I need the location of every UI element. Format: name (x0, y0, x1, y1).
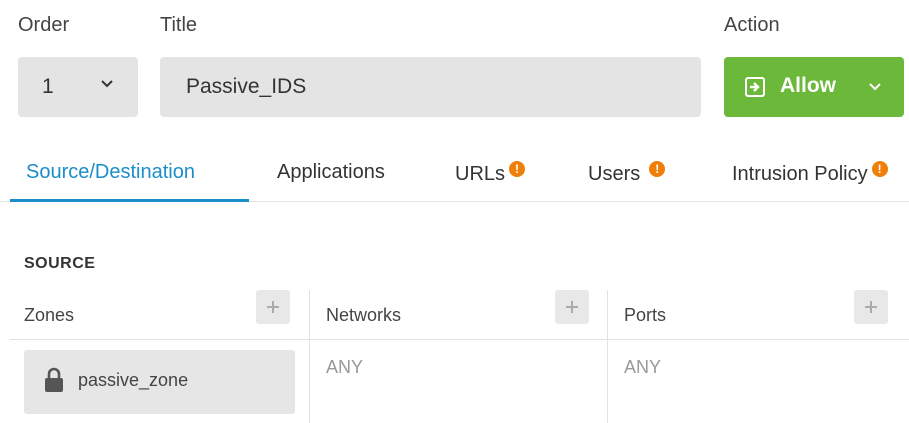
action-allow-button[interactable]: Allow (724, 57, 904, 117)
tab-users[interactable]: Users! (588, 161, 666, 186)
action-label: Action (724, 14, 780, 36)
plus-icon (865, 301, 877, 313)
zone-item[interactable]: passive_zone (24, 350, 295, 414)
chevron-down-icon[interactable] (868, 80, 882, 94)
rule-tabs: Source/Destination Applications URLs! Us… (0, 148, 909, 204)
tab-urls[interactable]: URLs! (455, 161, 526, 186)
allow-icon (745, 77, 765, 97)
warning-icon: ! (649, 161, 666, 177)
plus-icon (566, 301, 578, 313)
title-input[interactable] (160, 57, 701, 117)
source-section-title: SOURCE (24, 255, 96, 272)
order-select[interactable]: 1 (18, 57, 138, 117)
lock-icon (45, 367, 63, 392)
title-label: Title (160, 14, 198, 36)
tab-label: Users (588, 163, 641, 185)
networks-column-header: Networks (326, 305, 402, 325)
ports-column-header: Ports (624, 305, 667, 325)
tab-intrusion-policy[interactable]: Intrusion Policy! (732, 161, 888, 186)
action-value: Allow (780, 74, 836, 97)
tab-label: Intrusion Policy (732, 163, 868, 185)
column-divider (607, 290, 608, 423)
tab-label: Source/Destination (26, 161, 195, 183)
warning-icon: ! (871, 161, 888, 177)
header-row-divider (10, 339, 909, 340)
add-zone-button[interactable] (256, 290, 290, 324)
column-divider (309, 290, 310, 423)
chevron-down-icon (101, 80, 113, 88)
add-network-button[interactable] (555, 290, 589, 324)
warning-icon: ! (509, 161, 526, 177)
order-value: 1 (42, 75, 54, 98)
active-tab-indicator (10, 199, 249, 202)
plus-icon (267, 301, 279, 313)
tab-applications[interactable]: Applications (277, 161, 385, 184)
zones-column-header: Zones (24, 305, 75, 325)
tab-label: URLs (455, 163, 506, 185)
ports-value: ANY (624, 357, 662, 377)
zone-name: passive_zone (78, 370, 189, 390)
tab-source-destination[interactable]: Source/Destination (26, 161, 195, 184)
order-label: Order (18, 14, 70, 36)
tab-label: Applications (277, 161, 385, 183)
networks-value: ANY (326, 357, 364, 377)
add-port-button[interactable] (854, 290, 888, 324)
